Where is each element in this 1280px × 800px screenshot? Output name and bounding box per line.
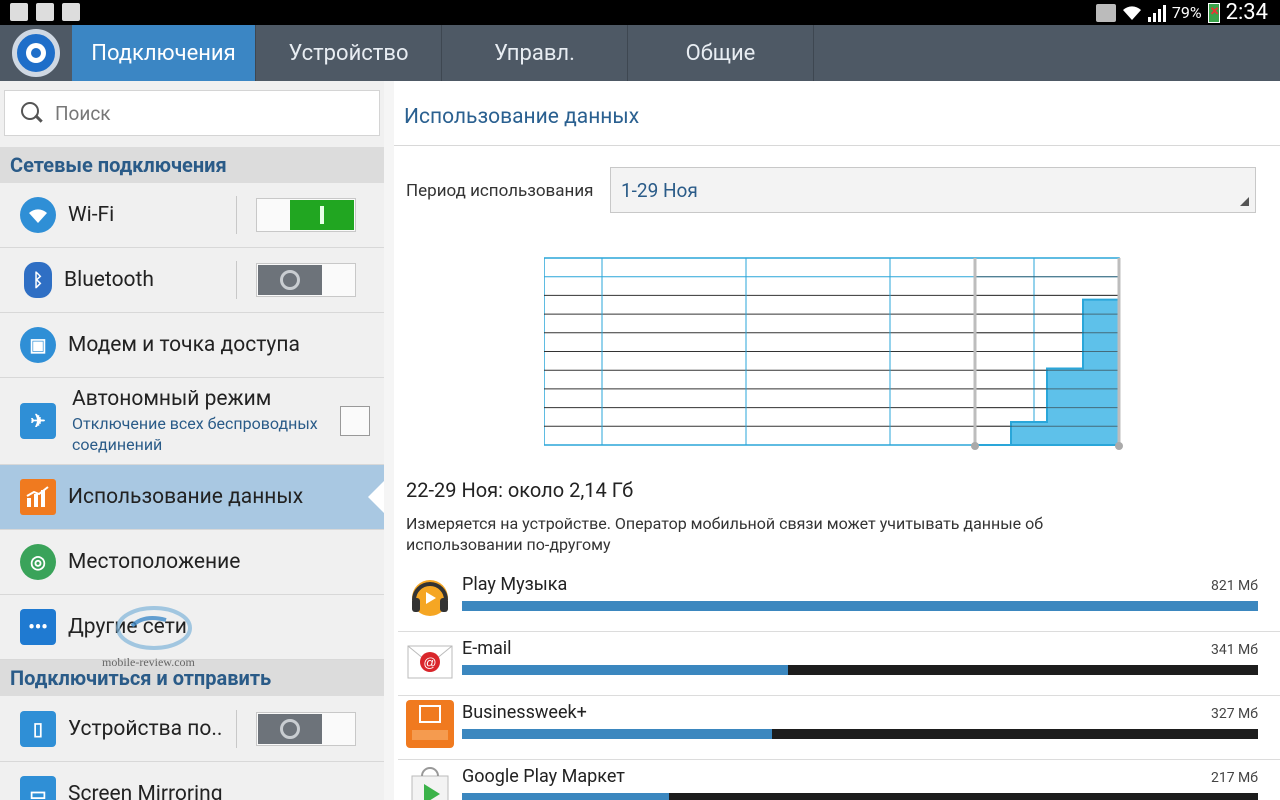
play-store-icon	[406, 764, 454, 800]
mute-icon	[1095, 3, 1116, 22]
search-placeholder: Поиск	[55, 101, 111, 125]
period-label: Период использования	[406, 181, 594, 201]
app-size: 821 Мб	[1210, 578, 1258, 594]
sidebar-item-label: Автономный режим	[72, 387, 272, 411]
nearby-devices-toggle[interactable]	[256, 712, 356, 746]
sim-notification-icon	[10, 3, 28, 21]
range-end-knob	[1115, 442, 1123, 450]
app-usage-bar	[462, 793, 1258, 800]
app-size: 341 Мб	[1210, 642, 1258, 658]
airplane-subtitle: Отключение всех беспроводных соединений	[72, 414, 318, 454]
usage-summary: 22-29 Ноя: около 2,14 Гб	[406, 478, 634, 502]
app-usage-bar-fill	[462, 665, 789, 675]
sidebar-item-label: Bluetooth	[64, 268, 154, 292]
sidebar-item-label: Устройства по..	[68, 717, 223, 741]
sidebar-item-location[interactable]: ◎ Местоположение	[0, 530, 384, 595]
app-name: E-mail	[462, 638, 512, 659]
more-networks-icon: •••	[20, 609, 56, 645]
search-input[interactable]: Поиск	[4, 90, 380, 136]
app-row[interactable]: Play Музыка 821 Мб	[398, 568, 1280, 632]
tab-controls[interactable]: Управл.	[442, 25, 628, 81]
sidebar-item-wifi[interactable]: Wi-Fi	[0, 183, 384, 248]
selection-pointer	[368, 481, 384, 513]
screen-mirroring-icon: ▭	[20, 776, 56, 800]
tab-connections[interactable]: Подключения	[72, 25, 256, 81]
search-icon	[21, 102, 43, 124]
sidebar-item-label: Screen Mirroring	[68, 782, 223, 800]
app-usage-bar-fill	[462, 729, 773, 739]
bluetooth-icon: ᛒ	[24, 262, 52, 298]
sidebar-item-label: Использование данных	[68, 485, 304, 509]
divider	[236, 710, 237, 748]
app-row[interactable]: @ E-mail 341 Мб	[398, 632, 1280, 696]
sound-notification-icon	[62, 3, 80, 21]
airplane-text: Автономный режим Отключение всех беспров…	[72, 387, 322, 455]
usage-note: Измеряется на устройстве. Оператор мобил…	[406, 514, 1044, 554]
sidebar-item-hotspot[interactable]: ▣ Модем и точка доступа	[0, 313, 384, 378]
sidebar-item-label: Местоположение	[68, 550, 241, 574]
app-row[interactable]: Businessweek+ 327 Мб	[398, 696, 1280, 760]
app-size: 217 Мб	[1210, 770, 1258, 786]
period-dropdown[interactable]: 1-29 Ноя	[610, 167, 1256, 213]
gallery-notification-icon	[36, 3, 54, 21]
battery-icon	[1207, 1, 1221, 23]
sidebar-item-label: Wi-Fi	[68, 203, 115, 227]
app-row[interactable]: Google Play Маркет 217 Мб	[398, 760, 1280, 800]
hotspot-icon: ▣	[20, 327, 56, 363]
page-title: Использование данных	[404, 105, 640, 129]
app-usage-bar-fill	[462, 601, 1258, 611]
title-divider	[394, 145, 1280, 146]
data-usage-chart[interactable]	[544, 256, 1124, 451]
settings-sidebar: Поиск Сетевые подключения Wi-Fi ᛒ Blueto…	[0, 81, 384, 800]
watermark-text: mobile-review.com	[102, 655, 195, 669]
nearby-devices-icon: ▯	[20, 711, 56, 747]
clock: 2:34	[1225, 0, 1268, 25]
wifi-toggle[interactable]	[256, 198, 356, 232]
wifi-icon	[20, 197, 56, 233]
app-name: Play Музыка	[462, 574, 568, 595]
app-usage-bar-fill	[462, 793, 669, 800]
play-music-icon	[406, 572, 454, 620]
svg-text:@: @	[423, 655, 436, 670]
status-bar: 79% 2:34	[0, 0, 1280, 25]
app-usage-bar	[462, 601, 1258, 611]
settings-tab-bar: Подключения Устройство Управл. Общие	[0, 25, 1280, 81]
location-icon: ◎	[20, 544, 56, 580]
airplane-checkbox[interactable]	[340, 406, 370, 436]
sidebar-item-data-usage[interactable]: Использование данных	[0, 465, 384, 530]
sidebar-item-nearby-devices[interactable]: ▯ Устройства по..	[0, 697, 384, 762]
section-network-connections: Сетевые подключения	[0, 147, 384, 183]
data-usage-panel: Использование данных Период использовани…	[394, 81, 1280, 800]
signal-icon	[1147, 4, 1166, 22]
tab-device[interactable]: Устройство	[256, 25, 442, 81]
sidebar-item-label: Модем и точка доступа	[68, 333, 300, 357]
settings-gear-icon[interactable]	[0, 25, 72, 81]
app-name: Businessweek+	[462, 702, 587, 723]
app-usage-bar	[462, 729, 1258, 739]
sidebar-item-bluetooth[interactable]: ᛒ Bluetooth	[0, 248, 384, 313]
businessweek-icon	[406, 700, 454, 748]
app-usage-bar	[462, 665, 1258, 675]
bluetooth-toggle[interactable]	[256, 263, 356, 297]
range-start-knob	[971, 442, 979, 450]
divider	[236, 261, 237, 299]
data-usage-icon	[20, 479, 56, 515]
tab-general[interactable]: Общие	[628, 25, 814, 81]
wifi-status-icon	[1122, 5, 1142, 21]
app-size: 327 Мб	[1210, 706, 1258, 722]
divider	[236, 196, 237, 234]
email-icon: @	[406, 636, 454, 684]
app-name: Google Play Маркет	[462, 766, 625, 787]
sidebar-item-screen-mirroring[interactable]: ▭ Screen Mirroring	[0, 762, 384, 800]
sidebar-item-airplane-mode[interactable]: ✈ Автономный режим Отключение всех беспр…	[0, 378, 384, 465]
battery-percent: 79%	[1171, 3, 1202, 22]
airplane-icon: ✈	[20, 403, 56, 439]
